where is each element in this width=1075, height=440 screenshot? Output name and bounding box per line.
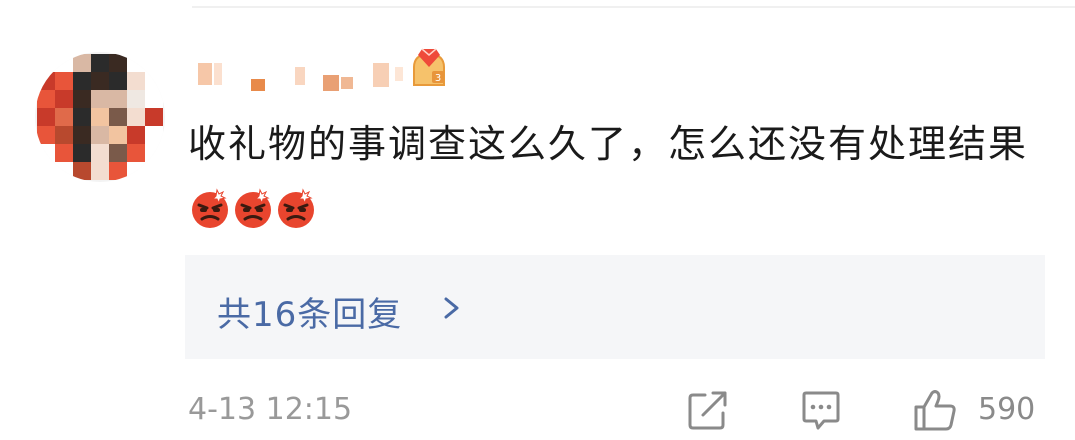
avatar-pixel xyxy=(37,126,55,144)
avatar-pixel xyxy=(55,108,73,126)
username-pixel xyxy=(373,63,389,87)
avatar-pixel xyxy=(127,108,145,126)
username-pixel xyxy=(214,63,222,85)
avatar-pixel xyxy=(109,54,127,72)
angry-face-icon xyxy=(235,188,271,228)
avatar-pixel xyxy=(55,90,73,108)
avatar-pixel xyxy=(145,144,163,162)
avatar-pixel xyxy=(55,144,73,162)
avatar-pixel xyxy=(145,126,163,144)
avatar-pixel xyxy=(55,162,73,180)
angry-face-icon xyxy=(192,188,228,228)
avatar-pixel xyxy=(127,126,145,144)
avatar-pixel xyxy=(91,90,109,108)
like-count: 590 xyxy=(978,392,1036,427)
username-pixel xyxy=(198,63,212,85)
avatar-pixel xyxy=(145,54,163,72)
avatar-pixel xyxy=(109,162,127,180)
svg-text:3: 3 xyxy=(435,73,441,84)
avatar-pixel xyxy=(127,144,145,162)
replies-link[interactable]: 共16条回复 xyxy=(217,287,402,336)
avatar-pixel xyxy=(109,90,127,108)
avatar-pixel xyxy=(55,54,73,72)
avatar-pixel xyxy=(73,126,91,144)
avatar-pixel xyxy=(145,162,163,180)
avatar-pixel xyxy=(127,54,145,72)
username-pixel xyxy=(395,67,403,81)
avatar-pixel xyxy=(37,108,55,126)
username-pixel xyxy=(295,67,305,85)
emoji-row xyxy=(188,184,317,248)
avatar-pixel xyxy=(91,72,109,90)
username[interactable] xyxy=(195,55,405,93)
avatar-pixel xyxy=(127,72,145,90)
avatar-pixel xyxy=(37,90,55,108)
avatar-pixel xyxy=(73,90,91,108)
avatar-pixel xyxy=(37,72,55,90)
avatar-pixel xyxy=(55,72,73,90)
avatar-pixel xyxy=(91,108,109,126)
username-pixel xyxy=(341,77,353,89)
avatar-pixel xyxy=(37,162,55,180)
avatar-pixel xyxy=(109,72,127,90)
avatar-pixel xyxy=(73,54,91,72)
avatar-pixel xyxy=(37,144,55,162)
comment-icon[interactable] xyxy=(798,387,844,433)
user-badge-icon: 3 xyxy=(413,48,445,86)
thumbs-up-icon[interactable] xyxy=(912,387,958,433)
avatar-pixel xyxy=(127,90,145,108)
avatar-pixel xyxy=(73,162,91,180)
share-icon[interactable] xyxy=(685,387,731,433)
avatar-pixel xyxy=(91,54,109,72)
avatar-pixel xyxy=(73,72,91,90)
chevron-right-icon[interactable] xyxy=(441,291,463,325)
avatar-pixel xyxy=(145,90,163,108)
avatar[interactable] xyxy=(35,52,165,182)
username-pixel xyxy=(251,79,265,91)
avatar-pixel xyxy=(91,162,109,180)
avatar-pixel xyxy=(127,162,145,180)
avatar-pixel xyxy=(55,126,73,144)
avatar-pixel xyxy=(145,108,163,126)
timestamp: 4-13 12:15 xyxy=(188,392,353,427)
avatar-pixel xyxy=(109,144,127,162)
avatar-pixel xyxy=(91,144,109,162)
top-divider xyxy=(192,6,1075,8)
replies-box[interactable]: 共16条回复 xyxy=(185,255,1045,359)
avatar-pixel xyxy=(37,54,55,72)
avatar-pixel xyxy=(109,126,127,144)
avatar-pixel xyxy=(73,144,91,162)
avatar-pixel xyxy=(73,108,91,126)
comment-text: 收礼物的事调查这么久了，怎么还没有处理结果 xyxy=(188,112,1048,248)
angry-face-icon xyxy=(278,188,314,228)
avatar-pixel xyxy=(109,108,127,126)
avatar-pixel xyxy=(91,126,109,144)
comment-body: 收礼物的事调查这么久了，怎么还没有处理结果 xyxy=(188,122,1029,166)
username-pixel xyxy=(323,75,339,91)
avatar-pixel xyxy=(145,72,163,90)
